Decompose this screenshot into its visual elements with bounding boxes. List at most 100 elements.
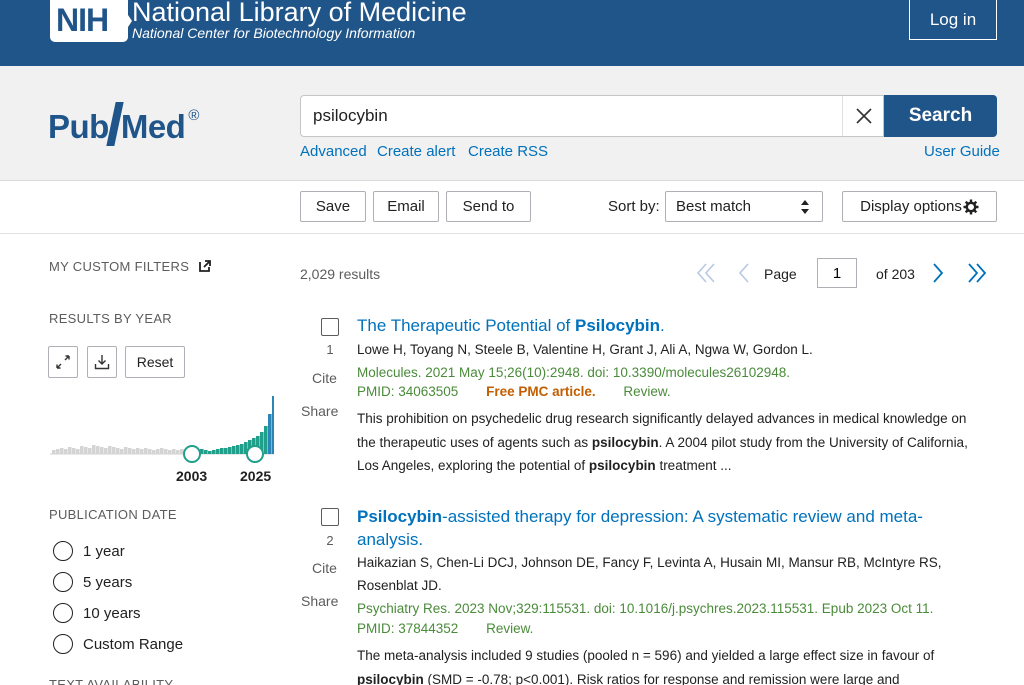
sort-select[interactable]: Best match [665,191,823,222]
histogram-bar [228,447,232,454]
histogram-bar [160,448,164,454]
next-page-icon[interactable] [932,262,944,284]
histogram-bar [60,448,64,454]
result-2-title-highlight: Psilocybin [357,507,443,526]
histogram-bar [108,446,112,454]
histogram-bar [52,450,56,454]
pubmed-logo-med: Med [120,108,186,145]
date-option-custom-range[interactable]: Custom Range [53,634,183,654]
search-button[interactable]: Search [884,95,997,137]
result-1-checkbox[interactable] [321,318,339,336]
result-2-share-button[interactable]: Share [301,593,338,609]
text-availability-heading: TEXT AVAILABILITY [49,677,174,685]
radio-label: 10 years [83,604,141,622]
page-number-input[interactable] [817,258,857,288]
email-button[interactable]: Email [373,191,439,222]
histogram-bar [168,450,172,454]
last-page-icon[interactable] [967,262,987,284]
result-1-snippet: This prohibition on psychedelic drug res… [357,407,987,478]
result-1-free-pmc: Free PMC article. [486,384,596,399]
radio-label: 1 year [83,542,125,560]
histogram-bar [272,396,274,454]
clear-search-button[interactable] [842,96,884,136]
radio-button[interactable] [53,541,73,561]
result-2-number: 2 [326,533,334,548]
registered-mark: ® [188,107,199,124]
nih-logo[interactable]: NIH [50,0,128,42]
login-button[interactable]: Log in [909,0,997,40]
result-2-cite-button[interactable]: Cite [312,560,337,576]
radio-label: 5 years [83,573,133,591]
histogram-bar [132,449,136,454]
result-2-checkbox[interactable] [321,508,339,526]
histogram-bar [236,445,240,454]
search-area: Pub Med® Search Advanced Create alert Cre… [0,66,1024,181]
histogram-bar [124,447,128,454]
radio-button[interactable] [53,572,73,592]
custom-filters-heading[interactable]: MY CUSTOM FILTERS [49,259,211,274]
histogram-bar [172,449,176,454]
date-option-1-year[interactable]: 1 year [53,541,125,561]
result-2-snippet: The meta-analysis included 9 studies (po… [357,644,987,685]
first-page-icon[interactable] [696,262,716,284]
result-1-number: 1 [326,342,334,357]
display-options-button[interactable]: Display options [842,191,997,222]
histogram-bar [148,449,152,454]
histogram-bar [144,448,148,454]
histogram-bar [88,448,92,454]
send-to-button[interactable]: Send to [446,191,531,222]
previous-page-icon[interactable] [738,262,750,284]
pubmed-logo[interactable]: Pub Med ® [48,102,199,146]
result-2-title[interactable]: Psilocybin-assisted therapy for depressi… [357,505,987,551]
histogram-bar [92,445,96,454]
histogram-bar [104,448,108,454]
gear-icon [963,199,979,214]
start-year-handle[interactable] [183,445,201,463]
result-2-type: Review. [486,621,534,636]
search-input[interactable] [313,105,833,127]
histogram-bar [212,450,216,454]
result-1-title-text: The Therapeutic Potential of [357,316,575,335]
result-1-snippet-highlight: psilocybin [591,434,659,450]
histogram-bar [128,448,132,454]
advanced-search-link[interactable]: Advanced [300,143,367,160]
create-alert-link[interactable]: Create alert [377,143,455,160]
histogram-bar [112,447,116,454]
ncbi-subtitle: National Center for Biotechnology Inform… [132,25,416,41]
results-by-year-timeline[interactable] [50,345,274,470]
result-2-snippet-part: (SMD = -0.78; p<0.001). Risk ratios for … [423,671,900,685]
date-option-5-years[interactable]: 5 years [53,572,132,592]
create-rss-link[interactable]: Create RSS [468,143,548,160]
histogram-bars [52,396,274,454]
radio-button[interactable] [53,634,73,654]
result-1-share-button[interactable]: Share [301,403,338,419]
histogram-bar [176,450,180,454]
result-1-pmid-line: PMID: 34063505 Free PMC article. Review. [357,384,671,399]
user-guide-link[interactable]: User Guide [924,143,1000,160]
page-total: of 203 [876,266,915,282]
toolbar-divider [0,233,1024,234]
histogram-bar [76,449,80,454]
result-1-title[interactable]: The Therapeutic Potential of Psilocybin. [357,314,987,337]
result-2-citation: Psychiatry Res. 2023 Nov;329:115531. doi… [357,601,934,616]
sort-value: Best match [676,198,752,215]
nih-logo-chevron [118,0,132,42]
sort-by-label: Sort by: [608,198,660,215]
result-1-citation: Molecules. 2021 May 15;26(10):2948. doi:… [357,365,791,380]
save-button[interactable]: Save [300,191,366,222]
end-year-handle[interactable] [246,445,264,463]
date-option-10-years[interactable]: 10 years [53,603,141,623]
radio-button[interactable] [53,603,73,623]
close-icon [855,108,872,124]
nlm-title[interactable]: National Library of Medicine [132,0,467,28]
result-count: 2,029 results [300,266,381,282]
result-1-snippet-part: treatment ... [655,458,732,473]
page-label: Page [764,266,797,282]
histogram-bar [204,450,208,454]
histogram-bar [208,451,212,454]
histogram-bar [164,449,168,454]
result-1-cite-button[interactable]: Cite [312,370,337,386]
sort-arrows-icon [801,200,809,214]
custom-filters-label: MY CUSTOM FILTERS [49,259,190,274]
pubmed-logo-pub: Pub [48,108,109,145]
